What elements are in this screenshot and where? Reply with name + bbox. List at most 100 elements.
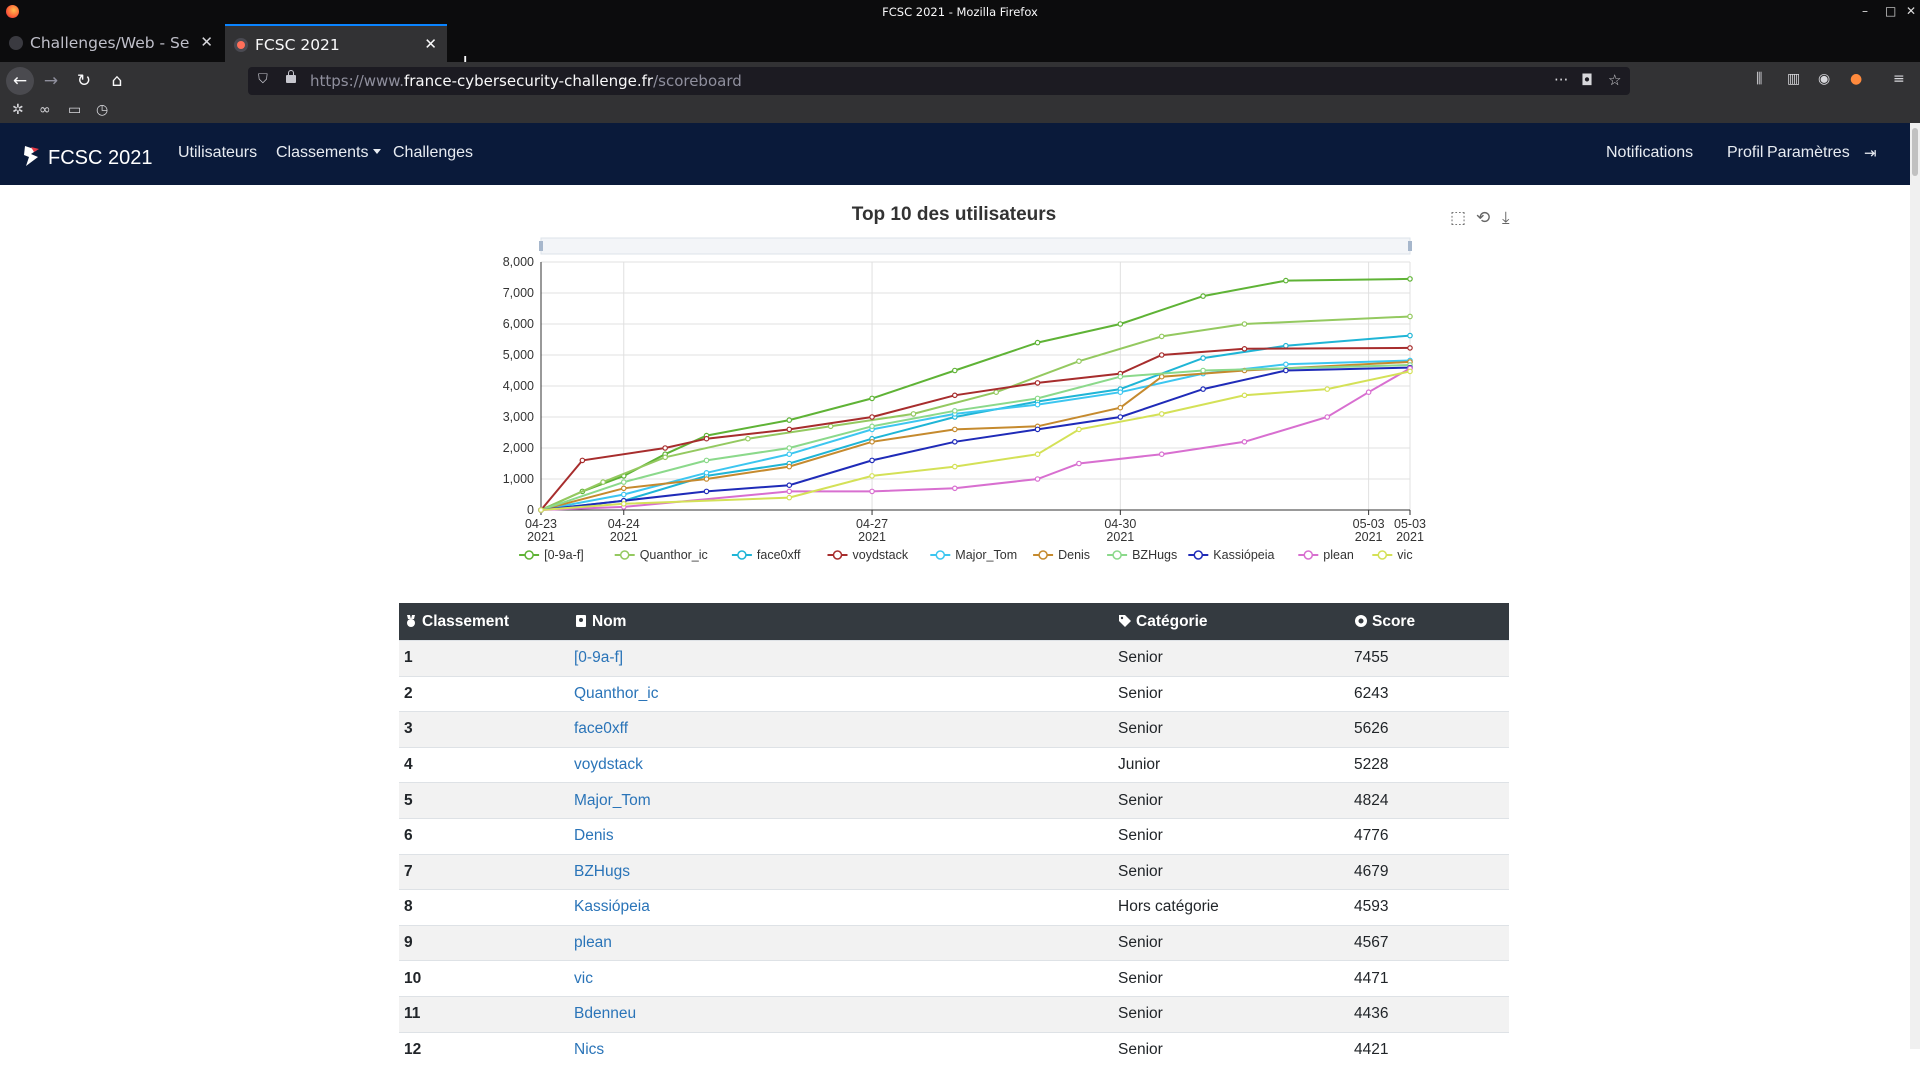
table-row: 12 Nics Senior 4421 — [399, 1031, 1509, 1067]
name-cell: BZHugs — [569, 853, 1113, 890]
name-cell: Major_Tom — [569, 782, 1113, 819]
data-point — [786, 445, 793, 451]
data-point — [703, 476, 710, 482]
table-row: 2 Quanthor_ic Senior 6243 — [399, 675, 1509, 712]
rank-cell: 10 — [399, 960, 569, 997]
data-point — [1283, 367, 1289, 374]
legend-marker-9 — [1377, 550, 1388, 560]
data-point — [786, 451, 793, 458]
data-point — [703, 469, 710, 476]
data-point — [1076, 426, 1082, 433]
x-tick-label: 04-27 — [856, 517, 888, 531]
data-point — [952, 485, 958, 492]
data-point — [952, 463, 958, 470]
series-line-0 — [540, 277, 1411, 511]
name-cell: vic — [569, 960, 1113, 997]
legend-marker-2 — [737, 550, 747, 560]
score-cell: 5228 — [1349, 746, 1509, 783]
data-point — [1076, 358, 1082, 365]
legend-label-7: Kassiópeia — [1213, 548, 1274, 562]
data-point — [1076, 460, 1082, 467]
header-nom[interactable]: Nom — [569, 603, 1113, 641]
user-link[interactable]: vic — [574, 970, 593, 987]
user-link[interactable]: BZHugs — [574, 863, 630, 880]
data-point — [1283, 277, 1289, 284]
y-tick-label: 0 — [527, 503, 534, 517]
score-cell: 4567 — [1349, 924, 1509, 961]
legend-label-4: Major_Tom — [955, 548, 1017, 562]
user-link[interactable]: face0xff — [574, 720, 628, 737]
data-point — [620, 500, 627, 507]
user-link[interactable]: Quanthor_ic — [574, 685, 658, 702]
data-point — [993, 389, 999, 396]
name-cell: [0-9a-f] — [569, 640, 1113, 677]
user-link[interactable]: Kassiópeia — [574, 898, 650, 915]
user-link[interactable]: Denis — [574, 827, 614, 844]
data-point — [1034, 395, 1041, 402]
user-link[interactable]: Bdenneu — [574, 1005, 636, 1022]
category-cell: Senior — [1113, 640, 1349, 677]
legend-label-6: BZHugs — [1132, 548, 1177, 562]
rank-cell: 3 — [399, 711, 569, 748]
rank-cell: 1 — [399, 640, 569, 677]
data-point — [1324, 386, 1331, 392]
data-point — [620, 491, 627, 498]
data-point — [1034, 380, 1041, 386]
data-point — [1283, 342, 1289, 349]
data-point — [786, 463, 793, 470]
user-link[interactable]: Nics — [574, 1041, 604, 1058]
data-point — [910, 411, 917, 417]
legend-label-9: vic — [1397, 548, 1412, 562]
user-link[interactable]: voydstack — [574, 756, 643, 773]
data-point — [1158, 451, 1165, 458]
name-cell: plean — [569, 924, 1113, 961]
table-row: 11 Bdenneu Senior 4436 — [399, 995, 1509, 1033]
legend-marker-0 — [524, 550, 534, 560]
category-cell: Hors catégorie — [1113, 889, 1349, 926]
y-tick-label: 2,000 — [503, 441, 534, 455]
rank-cell: 5 — [399, 782, 569, 819]
score-icon — [1355, 614, 1367, 627]
data-point — [1117, 373, 1124, 380]
data-point — [1034, 426, 1041, 433]
data-point — [952, 426, 958, 433]
score-cell: 4593 — [1349, 889, 1509, 926]
user-link[interactable]: Major_Tom — [574, 792, 651, 809]
series-line-5 — [540, 360, 1411, 511]
data-point — [1034, 339, 1041, 346]
table-row: 7 BZHugs Senior 4679 — [399, 853, 1509, 890]
data-point — [952, 367, 958, 374]
legend-label-5: Denis — [1058, 548, 1090, 562]
data-point — [1200, 293, 1206, 299]
data-point — [869, 473, 875, 479]
medal-icon — [407, 614, 415, 627]
y-tick-label: 1,000 — [503, 472, 534, 486]
table-row: 6 Denis Senior 4776 — [399, 817, 1509, 855]
data-point — [600, 479, 606, 485]
table-row: 4 voydstack Junior 5228 — [399, 746, 1509, 783]
data-point — [1407, 368, 1413, 375]
header-classement[interactable]: Classement — [399, 603, 569, 641]
name-cell: face0xff — [569, 711, 1113, 748]
user-link[interactable]: plean — [574, 934, 612, 951]
data-point — [869, 488, 875, 495]
x-tick-year: 2021 — [1355, 530, 1383, 544]
legend-marker-5 — [1038, 550, 1048, 560]
scores-line-chart: 0 1,000 2,000 3,000 4,000 5,000 6,000 7,000 8,00… — [503, 237, 1426, 562]
score-cell: 6243 — [1349, 675, 1509, 712]
table-header-row: Classement Nom Catégorie Score — [399, 603, 1509, 641]
data-point — [1034, 451, 1041, 458]
data-point — [1241, 438, 1248, 445]
tags-icon — [1119, 614, 1131, 627]
header-score[interactable]: Score — [1349, 603, 1509, 641]
name-cell: Nics — [569, 1031, 1113, 1067]
score-cell: 4824 — [1349, 782, 1509, 819]
user-link[interactable]: [0-9a-f] — [574, 649, 623, 666]
zoom-handle-right — [1408, 241, 1412, 251]
legend-marker-1 — [619, 550, 630, 560]
header-categorie[interactable]: Catégorie — [1113, 603, 1349, 641]
category-cell: Senior — [1113, 924, 1349, 961]
rank-cell: 11 — [399, 995, 569, 1033]
data-point — [1158, 352, 1165, 358]
data-point — [1407, 345, 1413, 351]
